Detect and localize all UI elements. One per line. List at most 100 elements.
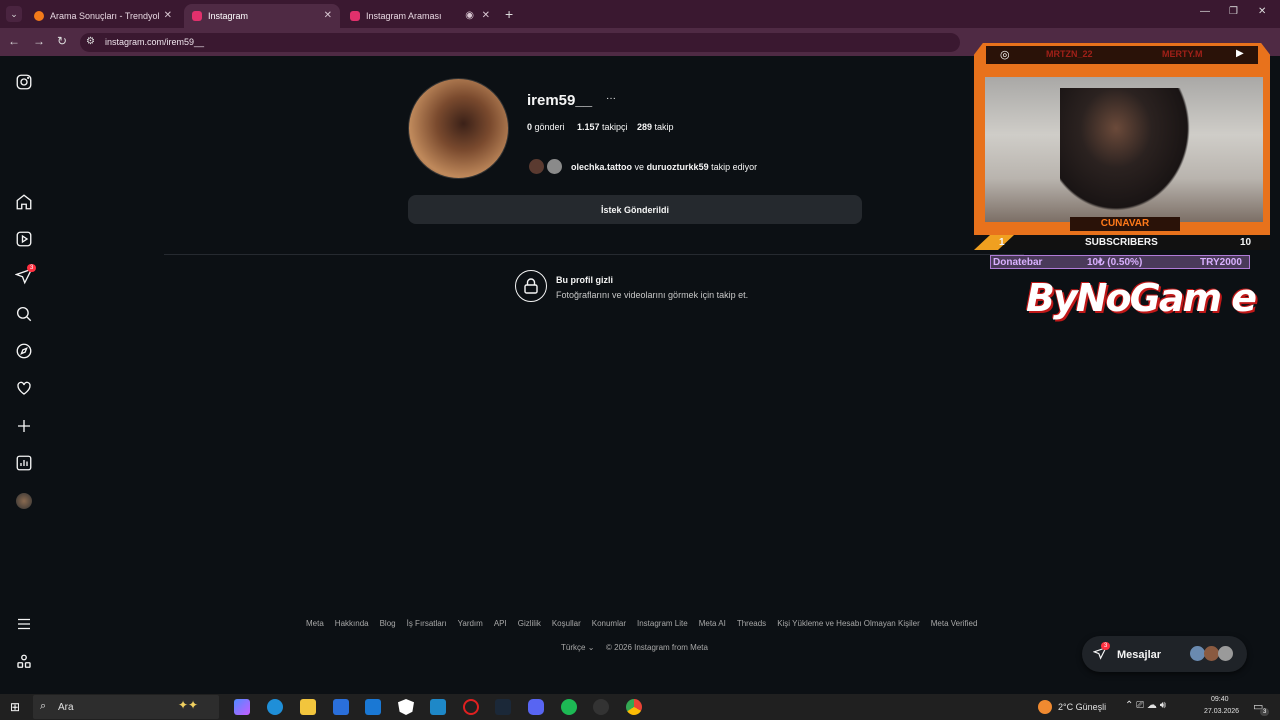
footer-link[interactable]: Meta [306, 619, 324, 628]
mutual-follower-avatar [545, 157, 564, 176]
spotify-icon[interactable] [561, 699, 577, 715]
new-tab-button[interactable]: + [505, 6, 513, 22]
instagram-logo-icon[interactable] [14, 72, 34, 92]
windows-start-icon[interactable]: ⊞ [10, 700, 20, 714]
edge-icon[interactable] [267, 699, 283, 715]
file-explorer-icon[interactable] [300, 699, 316, 715]
tab-title: Arama Sonuçları - Trendyol [50, 11, 160, 21]
dashboard-icon[interactable] [14, 453, 34, 473]
tray-chevron-icon[interactable]: ⌃ ⎚ ☁ 🔊︎ [1125, 700, 1166, 711]
channel-logo: ByNoGam e [1026, 276, 1257, 320]
private-profile-title: Bu profil gizli [556, 275, 613, 285]
store-icon[interactable] [333, 699, 349, 715]
webcam-person [1060, 88, 1200, 222]
more-apps-icon[interactable] [14, 652, 34, 672]
opera-icon[interactable] [463, 699, 479, 715]
recording-icon: ◉ [465, 10, 474, 21]
donate-goal: TRY2000 [1200, 257, 1242, 268]
avatar [1204, 646, 1219, 661]
site-info-icon[interactable]: ⚙ [86, 36, 95, 47]
mail-icon[interactable] [365, 699, 381, 715]
footer-link[interactable]: Gizlilik [518, 619, 541, 628]
weather-text[interactable]: 2°C Güneşli [1058, 702, 1106, 712]
footer-link[interactable]: API [494, 619, 507, 628]
reload-button[interactable]: ↻ [57, 34, 67, 48]
tab-title: Instagram Araması [366, 11, 442, 21]
clock-date[interactable]: 27.03.2026 [1204, 708, 1239, 715]
menu-icon[interactable] [14, 614, 34, 634]
mutual-follower-avatar [527, 157, 546, 176]
clock-time[interactable]: 09:40 [1211, 696, 1229, 703]
minimize-button[interactable]: — [1200, 6, 1210, 17]
messages-badge: 3 [1101, 642, 1111, 650]
footer-link[interactable]: Threads [737, 619, 766, 628]
webcam-name-label: CUNAVAR [1070, 217, 1180, 231]
home-icon[interactable] [14, 192, 34, 212]
subscribers-current: 1 [999, 237, 1005, 248]
url-text[interactable]: instagram.com/irem59__ [105, 37, 204, 47]
close-tab-icon[interactable]: ✕ [164, 10, 172, 21]
language-select[interactable]: Türkçe ⌄ [561, 643, 594, 652]
tab-trendyol[interactable]: Arama Sonuçları - Trendyol ✕ [26, 4, 180, 28]
instagram-favicon-icon [350, 11, 360, 21]
instagram-glyph-icon: ◎ [1000, 49, 1010, 61]
footer-link[interactable]: Blog [380, 619, 396, 628]
footer-link[interactable]: Meta AI [699, 619, 726, 628]
footer-link[interactable]: Yardım [458, 619, 483, 628]
footer-link[interactable]: Instagram Lite [637, 619, 688, 628]
vscode-icon[interactable] [430, 699, 446, 715]
obs-icon[interactable] [593, 699, 609, 715]
tab-instagram[interactable]: Instagram ✕ [184, 4, 340, 28]
footer-link[interactable]: Koşullar [552, 619, 581, 628]
footer-link[interactable]: Meta Verified [931, 619, 978, 628]
overlay-name-right: MERTY.M [1162, 49, 1203, 59]
footer-links: Meta Hakkında Blog İş Fırsatları Yardım … [306, 619, 977, 628]
webcam-top-bar [986, 46, 1258, 64]
close-window-button[interactable]: ✕ [1258, 6, 1266, 17]
following-stat[interactable]: 289 takip [637, 122, 674, 132]
subscribers-goal: 10 [1240, 237, 1252, 248]
lock-icon [515, 270, 547, 302]
avatar [1218, 646, 1233, 661]
donate-label: Donatebar [993, 257, 1043, 268]
create-plus-icon[interactable] [14, 416, 34, 436]
subscribers-title: SUBSCRIBERS [1085, 237, 1158, 248]
footer-link[interactable]: İş Fırsatları [407, 619, 447, 628]
footer-link[interactable]: Hakkında [335, 619, 369, 628]
forward-button[interactable]: → [33, 34, 45, 48]
followers-stat[interactable]: 1.157 takipçi [577, 122, 628, 132]
direct-messages-icon[interactable]: 3 [14, 264, 37, 286]
address-bar[interactable] [80, 33, 960, 52]
mutual-followers-text[interactable]: olechka.tattoo ve duruozturkk59 takip ed… [571, 162, 757, 172]
explore-icon[interactable] [14, 341, 34, 361]
request-sent-button[interactable]: İstek Gönderildi [408, 195, 862, 224]
copyright: © 2026 Instagram from Meta [606, 643, 708, 652]
footer-link[interactable]: Kişi Yükleme ve Hesabı Olmayan Kişiler [777, 619, 920, 628]
taskbar-search-label: Ara [58, 702, 74, 713]
copilot-icon[interactable] [234, 699, 250, 715]
search-icon[interactable] [14, 304, 34, 324]
chrome-icon[interactable] [626, 699, 642, 715]
private-profile-subtitle: Fotoğraflarını ve videolarını görmek içi… [556, 290, 749, 300]
back-button[interactable]: ← [8, 34, 20, 48]
profile-avatar[interactable] [14, 491, 34, 511]
sparkle-icon: ✦✦ [178, 698, 199, 712]
tab-instagram-search[interactable]: Instagram Araması ◉ ✕ [342, 4, 498, 28]
close-tab-icon[interactable]: ✕ [482, 10, 490, 21]
tab-search-button[interactable]: ⌄ [6, 6, 22, 22]
youtube-icon: ▶ [1236, 48, 1244, 59]
reels-icon[interactable] [14, 229, 34, 249]
steam-icon[interactable] [495, 699, 511, 715]
restore-button[interactable]: ❐ [1229, 6, 1238, 17]
profile-picture[interactable] [408, 78, 509, 179]
discord-icon[interactable] [528, 699, 544, 715]
heart-icon[interactable] [14, 378, 34, 398]
more-options-icon[interactable]: ··· [606, 93, 616, 104]
divider [164, 254, 1024, 255]
direct-icon: 3 [1092, 642, 1111, 662]
close-tab-icon[interactable]: ✕ [324, 10, 332, 21]
footer-link[interactable]: Konumlar [592, 619, 626, 628]
profile-username: irem59__ [527, 92, 593, 109]
messages-label: Mesajlar [1117, 649, 1162, 661]
notification-badge: 3 [27, 264, 37, 272]
